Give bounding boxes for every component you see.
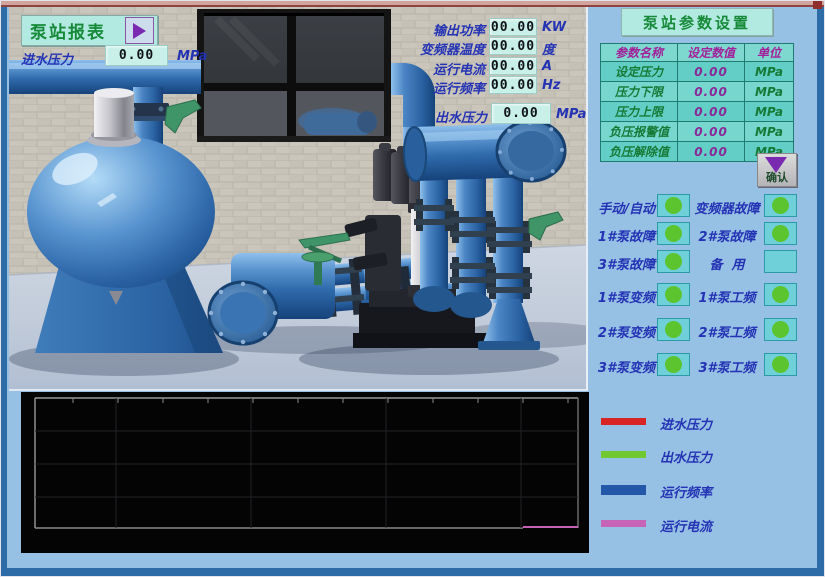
- legend-swatch-outlet-pressure: [601, 451, 646, 458]
- report-button-label: 泵站报表: [30, 18, 106, 43]
- inlet-pressure-label: 进水压力: [21, 49, 73, 68]
- param-unit: MPa: [745, 62, 794, 82]
- param-value-field[interactable]: 0.00: [678, 62, 745, 82]
- output-power-label: 输出功率: [413, 20, 485, 39]
- run-frequency-unit: Hz: [542, 78, 560, 93]
- lamp-pump2-mains: [764, 318, 797, 341]
- legend-label-run-frequency: 运行频率: [660, 482, 712, 501]
- status-label-pump3-vfd: 3#泵变频: [587, 357, 655, 376]
- parameter-table-header: 参数名称 设定数值 单位: [601, 44, 794, 62]
- lamp-spare: [764, 250, 797, 273]
- status-label-pump1-mains: 1#泵工频: [691, 287, 763, 306]
- param-name: 设定压力: [601, 62, 678, 82]
- parameter-table: 参数名称 设定数值 单位 设定压力 0.00 MPa 压力下限 0.00 MPa…: [600, 43, 794, 162]
- table-row: 设定压力 0.00 MPa: [601, 62, 794, 82]
- inlet-pressure-unit: MPa: [177, 49, 207, 64]
- param-name: 负压报警值: [601, 122, 678, 142]
- inverter-temp-label: 变频器温度: [413, 39, 485, 58]
- col-param-name: 参数名称: [601, 44, 678, 62]
- play-triangle-icon: [133, 23, 146, 39]
- param-name: 压力上限: [601, 102, 678, 122]
- status-label-pump1-fault: 1#泵故障: [587, 226, 655, 245]
- status-label-inverter-fault: 变频器故障: [691, 198, 763, 217]
- status-label-spare: 备 用: [691, 254, 763, 273]
- legend-swatch-inlet-pressure: [601, 418, 646, 425]
- lamp-pump3-vfd: [657, 353, 690, 376]
- outlet-pressure-label: 出水压力: [415, 107, 487, 126]
- lamp-pump1-vfd: [657, 283, 690, 306]
- lamp-pump1-fault: [657, 222, 690, 245]
- run-current-unit: A: [542, 59, 552, 74]
- lamp-pump3-mains: [764, 353, 797, 376]
- parameter-settings-title: 泵站参数设置: [621, 8, 773, 36]
- lamp-manual-auto: [657, 194, 690, 217]
- trend-chart: [21, 392, 589, 553]
- legend-label-outlet-pressure: 出水压力: [660, 447, 712, 466]
- inverter-temp-value: 00.00: [489, 37, 537, 55]
- lamp-pump3-fault: [657, 250, 690, 273]
- table-row: 压力上限 0.00 MPa: [601, 102, 794, 122]
- confirm-button[interactable]: 确认: [757, 153, 797, 187]
- run-current-value: 00.00: [489, 57, 537, 75]
- param-name: 负压解除值: [601, 142, 678, 162]
- param-unit: MPa: [745, 102, 794, 122]
- lamp-inverter-fault: [764, 194, 797, 217]
- output-power-value: 00.00: [489, 18, 537, 36]
- lamp-pump1-mains: [764, 283, 797, 306]
- inverter-temp-unit: 度: [542, 39, 555, 58]
- confirm-button-label: 确认: [758, 169, 796, 185]
- status-label-pump1-vfd: 1#泵变频: [587, 287, 655, 306]
- param-unit: MPa: [745, 122, 794, 142]
- hmi-window: 泵站报表 进水压力 0.00 MPa 输出功率 00.00 KW 变频器温度 0…: [0, 0, 825, 577]
- tank-chimney: [94, 93, 134, 137]
- legend-swatch-run-current: [601, 520, 646, 527]
- status-label-pump2-fault: 2#泵故障: [691, 226, 763, 245]
- outlet-pressure-value: 0.00: [491, 103, 551, 124]
- open-report-button[interactable]: [125, 17, 154, 44]
- status-label-pump2-mains: 2#泵工频: [691, 322, 763, 341]
- discharge-pipes: [413, 165, 532, 318]
- param-value-field[interactable]: 0.00: [678, 102, 745, 122]
- outlet-pressure-unit: MPa: [556, 107, 586, 122]
- lamp-pump2-vfd: [657, 318, 690, 341]
- status-label-manual-auto: 手动/自动: [587, 198, 655, 217]
- run-frequency-label: 运行频率: [413, 78, 485, 97]
- pump-station-3d-scene: 泵站报表 进水压力 0.00 MPa 输出功率 00.00 KW 变频器温度 0…: [9, 7, 588, 391]
- pressure-tank: [27, 136, 215, 288]
- param-name: 压力下限: [601, 82, 678, 102]
- table-row: 压力下限 0.00 MPa: [601, 82, 794, 102]
- status-label-pump3-fault: 3#泵故障: [587, 254, 655, 273]
- param-value-field[interactable]: 0.00: [678, 82, 745, 102]
- inlet-pressure-value: 0.00: [105, 45, 168, 66]
- discharge-manifold: [403, 120, 566, 186]
- legend-swatch-run-frequency: [601, 485, 646, 495]
- run-current-label: 运行电流: [413, 59, 485, 78]
- col-unit: 单位: [745, 44, 794, 62]
- report-button[interactable]: 泵站报表: [21, 15, 158, 46]
- table-row: 负压报警值 0.00 MPa: [601, 122, 794, 142]
- trend-chart-grid: [21, 392, 589, 553]
- col-set-value: 设定数值: [678, 44, 745, 62]
- status-label-pump2-vfd: 2#泵变频: [587, 322, 655, 341]
- param-value-field[interactable]: 0.00: [678, 142, 745, 162]
- window: [197, 9, 391, 142]
- output-power-unit: KW: [542, 20, 566, 35]
- param-unit: MPa: [745, 82, 794, 102]
- legend-label-run-current: 运行电流: [660, 516, 712, 535]
- run-frequency-value: 00.00: [489, 76, 537, 94]
- top-decoration-line: [1, 5, 825, 7]
- status-label-pump3-mains: 3#泵工频: [691, 357, 763, 376]
- legend-label-inlet-pressure: 进水压力: [660, 414, 712, 433]
- param-value-field[interactable]: 0.00: [678, 122, 745, 142]
- top-right-corner-mark: [813, 1, 822, 9]
- lamp-pump2-fault: [764, 222, 797, 245]
